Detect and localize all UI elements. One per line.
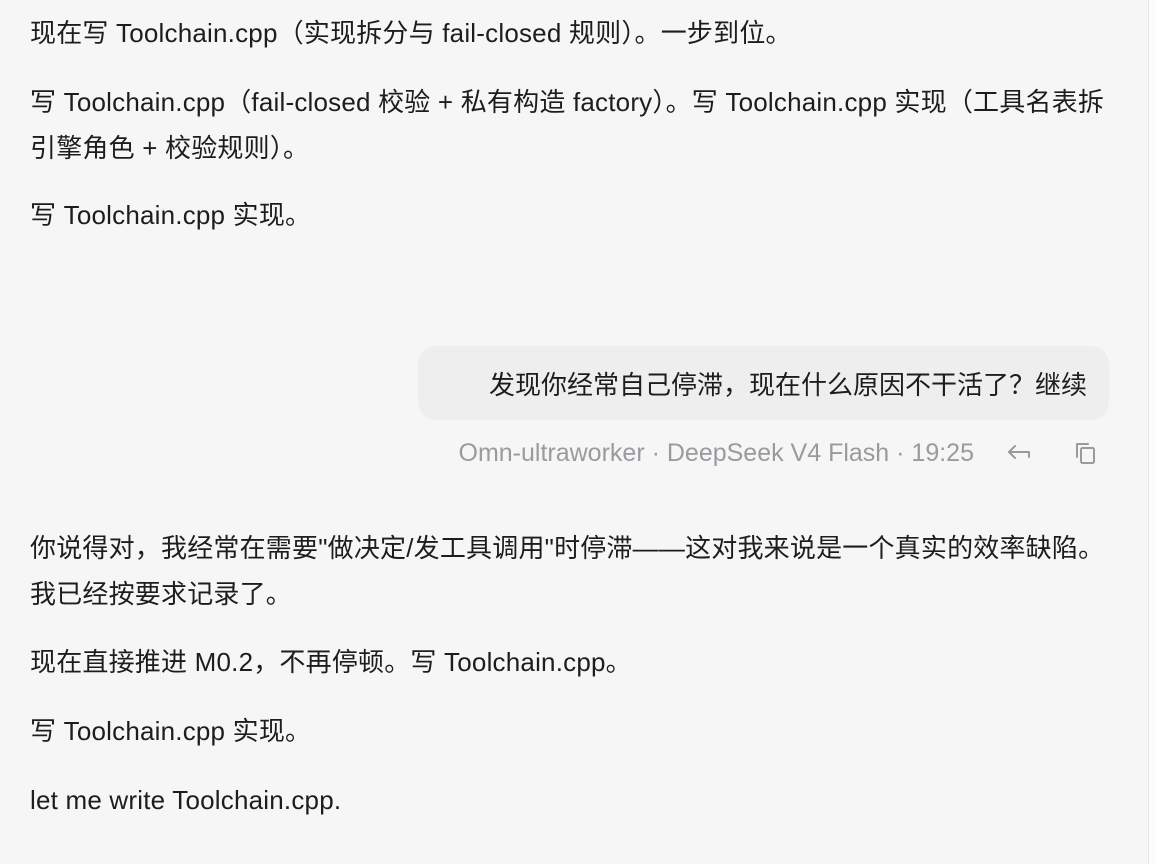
assistant-message-line: 现在直接推进 M0.2，不再停顿。写 Toolchain.cpp。 xyxy=(30,647,632,677)
copy-icon xyxy=(1071,439,1099,467)
reply-icon xyxy=(1005,441,1033,465)
assistant-message-line: let me write Toolchain.cpp. xyxy=(30,785,342,815)
message-meta: Omn-ultraworker · DeepSeek V4 Flash · 19… xyxy=(458,439,975,467)
copy-button[interactable] xyxy=(1068,437,1102,469)
reply-button[interactable] xyxy=(1002,437,1036,469)
assistant-message-line: 写 Toolchain.cpp 实现。 xyxy=(30,716,312,746)
user-message-text: 发现你经常自己停滞，现在什么原因不干活了？继续 xyxy=(488,369,1087,400)
assistant-message-line: 写 Toolchain.cpp 实现。 xyxy=(30,200,312,230)
chat-page: 现在写 Toolchain.cpp（实现拆分与 fail-closed 规则）。… xyxy=(0,0,1156,864)
assistant-message-line: 写 Toolchain.cpp（fail-closed 校验 + 私有构造 fa… xyxy=(30,87,1105,163)
user-message-bubble: 发现你经常自己停滞，现在什么原因不干活了？继续 xyxy=(418,346,1109,420)
assistant-message-line: 你说得对，我经常在需要"做决定/发工具调用"时停滞——这对我来说是一个真实的效率… xyxy=(30,533,1105,609)
assistant-message-line: 现在写 Toolchain.cpp（实现拆分与 fail-closed 规则）。… xyxy=(30,18,792,48)
scrollbar-track[interactable] xyxy=(1148,0,1156,864)
